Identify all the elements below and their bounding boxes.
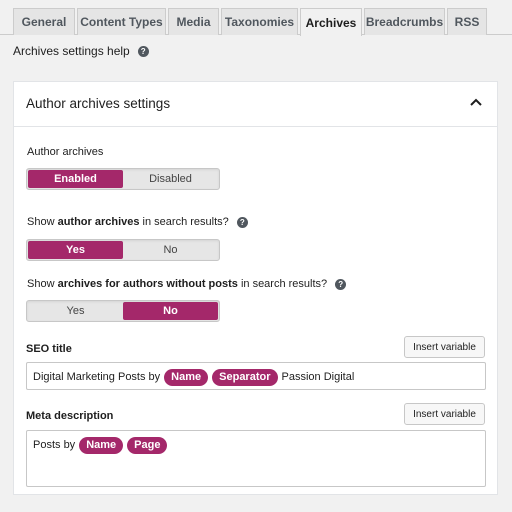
show-without-posts-yes[interactable]: Yes [28, 302, 123, 320]
meta-description-input[interactable]: Posts by Name Page [26, 430, 486, 487]
question-circle-icon[interactable]: ? [236, 216, 248, 228]
question-circle-icon[interactable]: ? [335, 278, 347, 290]
show-in-search-toggle: Yes No [26, 239, 220, 261]
author-archives-enabled[interactable]: Enabled [28, 170, 123, 188]
show-in-search-label-text: Show author archives in search results? [27, 216, 229, 228]
show-in-search-yes[interactable]: Yes [28, 241, 123, 259]
archives-help: Archives settings help ? [13, 44, 149, 58]
variable-pill-name[interactable]: Name [79, 437, 124, 454]
seo-title-text-after: Passion Digital [281, 371, 355, 383]
author-archives-label-text: Author archives [27, 146, 104, 158]
panel-title: Author archives settings [26, 96, 171, 111]
tab-taxonomies[interactable]: Taxonomies [221, 8, 298, 35]
show-in-search-no[interactable]: No [123, 241, 218, 259]
show-without-posts-toggle: Yes No [26, 300, 220, 322]
panel-divider [14, 126, 497, 127]
author-archives-disabled[interactable]: Disabled [123, 170, 218, 188]
chevron-up-icon[interactable] [469, 97, 483, 107]
show-without-posts-label-text: Show archives for authors without posts … [27, 278, 328, 290]
variable-pill-page[interactable]: Page [127, 437, 168, 454]
seo-title-input[interactable]: Digital Marketing Posts by Name Separato… [26, 362, 486, 390]
show-without-posts-label: Show archives for authors without posts … [27, 278, 347, 290]
variable-pill-separator[interactable]: Separator [212, 369, 278, 386]
variable-pill-name[interactable]: Name [164, 369, 209, 386]
archives-help-label: Archives settings help [13, 44, 130, 58]
tab-media[interactable]: Media [168, 8, 219, 35]
tab-archives[interactable]: Archives [300, 8, 362, 36]
tab-breadcrumbs[interactable]: Breadcrumbs [364, 8, 445, 35]
show-without-posts-no[interactable]: No [123, 302, 218, 320]
seo-title-insert-variable-button[interactable]: Insert variable [404, 336, 485, 358]
seo-title-text-before: Digital Marketing Posts by [33, 371, 161, 383]
meta-description-label: Meta description [26, 410, 114, 422]
meta-description-text-before: Posts by [33, 439, 76, 451]
author-archives-toggle: Enabled Disabled [26, 168, 220, 190]
settings-tabs: General Content Types Media Taxonomies A… [0, 0, 512, 36]
show-in-search-label: Show author archives in search results? … [27, 216, 248, 228]
tab-general[interactable]: General [13, 8, 75, 35]
author-archives-label: Author archives [27, 146, 103, 158]
question-circle-icon[interactable]: ? [137, 45, 149, 57]
author-archives-panel: Author archives settings Author archives… [13, 81, 498, 495]
seo-title-label: SEO title [26, 343, 72, 355]
tab-rss[interactable]: RSS [447, 8, 487, 35]
meta-description-insert-variable-button[interactable]: Insert variable [404, 403, 485, 425]
tab-content-types[interactable]: Content Types [77, 8, 166, 35]
